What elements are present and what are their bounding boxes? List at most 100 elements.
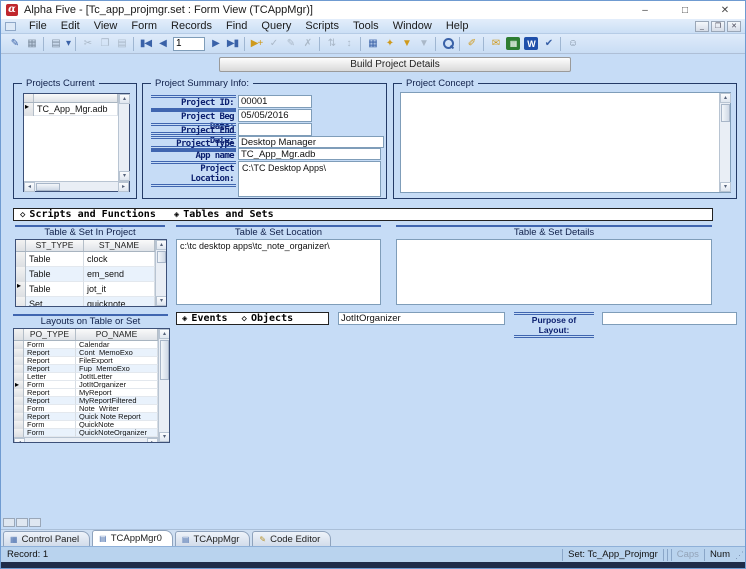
scripts-and-functions-radio-icon[interactable]: ◇ (20, 210, 25, 220)
find-by-form-icon[interactable]: ▦ (364, 36, 381, 52)
maximize-button[interactable]: □ (665, 1, 705, 19)
layout-row[interactable]: FormQuickNoteOrganizer (14, 429, 158, 437)
scroll-up-icon[interactable]: ▴ (720, 93, 731, 103)
mdi-minimized-window[interactable] (29, 518, 41, 527)
column-header[interactable]: PO_TYPE (24, 329, 76, 340)
print-dropdown-icon[interactable]: ▾ (64, 36, 72, 52)
menu-find[interactable]: Find (219, 20, 254, 32)
concept-vertical-scrollbar[interactable]: ▴ ▾ (719, 93, 730, 192)
layout-row[interactable]: FormCalendar (14, 341, 158, 349)
index-icon[interactable]: ⇅ (323, 36, 340, 52)
menu-records[interactable]: Records (164, 20, 219, 32)
table-row[interactable]: Table clock (16, 252, 155, 267)
layout-row[interactable]: ReportQuick Note Report (14, 413, 158, 421)
menu-form[interactable]: Form (124, 20, 164, 32)
tab-tcappmgr[interactable]: ▤ TCAppMgr (175, 531, 251, 546)
project-type-field[interactable] (238, 136, 384, 148)
delete-record-icon[interactable]: ✗ (299, 36, 316, 52)
scroll-left-icon[interactable]: ◂ (24, 182, 35, 192)
projects-horizontal-scrollbar[interactable]: ◂ ▸ (24, 181, 129, 191)
browse-view-icon[interactable]: ▦ (23, 36, 40, 52)
minimize-button[interactable]: – (625, 1, 665, 19)
close-button[interactable]: ✕ (705, 1, 745, 19)
mdi-minimize-button[interactable]: _ (695, 21, 709, 32)
menu-view[interactable]: View (87, 20, 125, 32)
tab-code-editor[interactable]: ✎ Code Editor (252, 531, 331, 546)
email-icon[interactable]: ✉ (487, 36, 504, 52)
table-row[interactable]: Table em_send (16, 267, 155, 282)
purpose-of-layout-field[interactable] (602, 312, 737, 325)
print-icon[interactable]: ▤ (47, 36, 64, 52)
menu-tools[interactable]: Tools (346, 20, 386, 32)
table-row[interactable]: Table jot_it (16, 282, 155, 297)
layout-row[interactable]: FormQuickNote (14, 421, 158, 429)
menu-help[interactable]: Help (439, 20, 476, 32)
scroll-down-icon[interactable]: ▾ (159, 432, 170, 442)
mdi-minimized-window[interactable] (16, 518, 28, 527)
scroll-down-icon[interactable]: ▾ (720, 182, 731, 192)
previous-record-icon[interactable]: ◀ (154, 36, 171, 52)
sort-icon[interactable]: ↕ (340, 36, 357, 52)
field-rules-icon[interactable]: ✐ (463, 36, 480, 52)
menu-file[interactable]: File (22, 20, 54, 32)
menu-edit[interactable]: Edit (54, 20, 87, 32)
project-location-field[interactable]: C:\TC Desktop Apps\ (238, 161, 381, 197)
resize-grip[interactable]: ⋰ (735, 549, 745, 561)
layout-name-field[interactable] (338, 312, 505, 325)
zoom-icon[interactable] (439, 36, 456, 52)
layout-row[interactable]: ReportFileExport (14, 357, 158, 365)
project-beg-date-field[interactable] (238, 109, 312, 122)
projects-current-browse[interactable]: TC_App_Mgr.adb ▴ ▾ ◂ ▸ (23, 93, 130, 192)
word-export-icon[interactable]: W (524, 37, 538, 50)
enter-record-icon[interactable]: ✓ (265, 36, 282, 52)
menu-query[interactable]: Query (254, 20, 298, 32)
events-radio-icon[interactable]: ◈ (182, 314, 187, 324)
tables-and-sets-radio-label[interactable]: Tables and Sets (183, 209, 273, 220)
objects-radio-icon[interactable]: ◇ (242, 314, 247, 324)
tab-control-panel[interactable]: ▦ Control Panel (3, 531, 90, 546)
layout-row[interactable]: LetterJotItLetter (14, 373, 158, 381)
layouts-vertical-scrollbar[interactable]: ▴ ▾ (158, 329, 169, 442)
layout-row[interactable]: ReportMyReport (14, 389, 158, 397)
layout-row[interactable]: ReportFup_MemoExo (14, 365, 158, 373)
remove-filter-icon[interactable]: ▼ (415, 36, 432, 52)
next-record-icon[interactable]: ▶ (207, 36, 224, 52)
cut-icon[interactable]: ✂ (79, 36, 96, 52)
location-field[interactable]: c:\tc desktop apps\tc_note_organizer\ (176, 239, 381, 305)
project-name[interactable]: TC_App_Mgr.adb (34, 103, 118, 116)
menu-window[interactable]: Window (386, 20, 439, 32)
build-project-details-button[interactable]: Build Project Details (219, 57, 571, 72)
objects-radio-label[interactable]: Objects (251, 313, 293, 324)
layout-row[interactable]: ReportMyReportFiltered (14, 397, 158, 405)
layout-row[interactable]: ReportCont_MemoExo (14, 349, 158, 357)
tables-vertical-scrollbar[interactable]: ▴ ▾ (155, 240, 166, 306)
menu-scripts[interactable]: Scripts (298, 20, 346, 32)
record-number-input[interactable] (173, 37, 205, 51)
scroll-down-icon[interactable]: ▾ (119, 171, 130, 181)
tables-grid[interactable]: ST_TYPE ST_NAME Table clock Table em_sen… (15, 239, 167, 307)
change-record-icon[interactable]: ✎ (282, 36, 299, 52)
spell-check-icon[interactable]: ✔ (540, 36, 557, 52)
details-field[interactable] (396, 239, 712, 305)
paste-icon[interactable]: ▤ (113, 36, 130, 52)
project-end-date-field[interactable] (238, 123, 312, 136)
mdi-close-button[interactable]: ✕ (727, 21, 741, 32)
project-id-field[interactable] (238, 95, 312, 108)
project-row[interactable]: TC_App_Mgr.adb (24, 103, 118, 116)
first-record-icon[interactable]: ▮◀ (137, 36, 154, 52)
scroll-right-icon[interactable]: ▸ (118, 182, 129, 192)
scroll-right-icon[interactable]: ▸ (147, 438, 158, 442)
mdi-child-icon[interactable] (5, 22, 16, 31)
mdi-restore-button[interactable]: ❐ (711, 21, 725, 32)
last-record-icon[interactable]: ▶▮ (224, 36, 241, 52)
design-mode-icon[interactable]: ✎ (6, 36, 23, 52)
filter-icon[interactable]: ▼ (398, 36, 415, 52)
scroll-up-icon[interactable]: ▴ (159, 329, 170, 339)
column-header[interactable]: PO_NAME (76, 329, 158, 340)
layout-row[interactable]: FormJotItOrganizer (14, 381, 158, 389)
scroll-up-icon[interactable]: ▴ (156, 240, 167, 250)
projects-vertical-scrollbar[interactable]: ▴ ▾ (118, 94, 129, 181)
scroll-down-icon[interactable]: ▾ (156, 296, 167, 306)
scroll-left-icon[interactable]: ◂ (14, 438, 25, 442)
events-radio-label[interactable]: Events (191, 313, 227, 324)
